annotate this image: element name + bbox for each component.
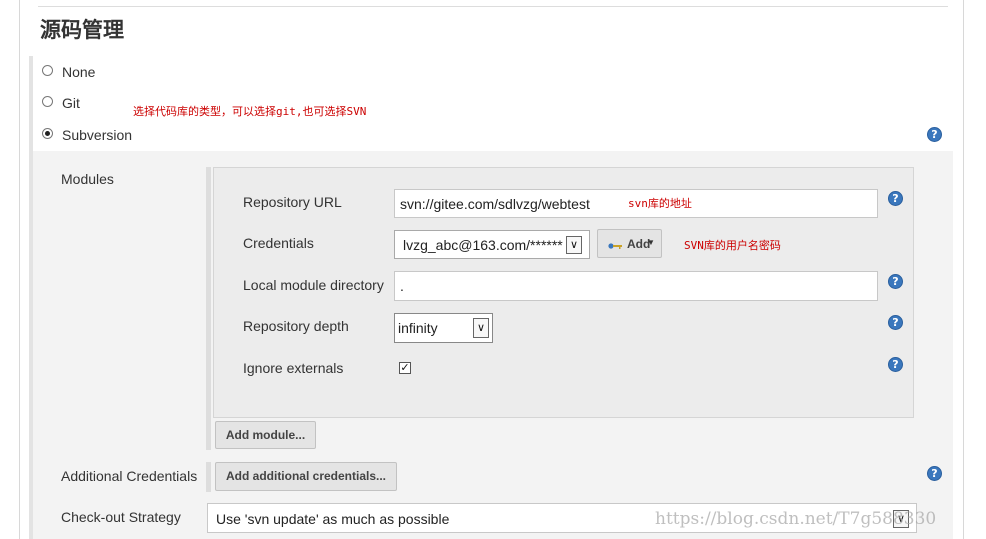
radio-git[interactable] (42, 96, 53, 107)
radio-git-label: Git (62, 95, 80, 111)
help-icon[interactable]: ? (888, 357, 903, 372)
modules-label: Modules (61, 171, 114, 187)
local-module-directory-value: . (400, 278, 404, 294)
key-icon (608, 239, 622, 249)
repository-depth-select[interactable]: infinity ∨ (394, 313, 493, 343)
scm-type-annotation: 选择代码库的类型，可以选择git,也可选择SVN (133, 105, 367, 118)
help-icon[interactable]: ? (888, 274, 903, 289)
credentials-select[interactable]: lvzg_abc@163.com/****** ∨ (394, 230, 590, 259)
radio-subversion[interactable] (42, 128, 53, 139)
radio-subversion-label: Subversion (62, 127, 133, 143)
modules-group-bar (206, 167, 211, 450)
credentials-value: lvzg_abc@163.com/****** (403, 237, 563, 253)
add-credentials-button[interactable]: Add ▼ (597, 229, 662, 258)
additional-credentials-label: Additional Credentials (61, 468, 198, 484)
add-additional-credentials-button[interactable]: Add additional credentials... (215, 462, 397, 491)
additional-credentials-bar (206, 462, 211, 492)
checkout-strategy-value: Use 'svn update' as much as possible (216, 511, 450, 527)
section-divider (38, 6, 948, 7)
help-icon[interactable]: ? (888, 315, 903, 330)
radio-none[interactable] (42, 65, 53, 76)
left-border (19, 0, 20, 539)
chevron-down-icon: ∨ (473, 318, 489, 338)
ignore-externals-checkbox[interactable]: ✓ (399, 362, 411, 374)
repository-url-label: Repository URL (243, 194, 342, 210)
add-module-button[interactable]: Add module... (215, 421, 316, 449)
local-module-directory-input[interactable]: . (394, 271, 878, 301)
caret-down-icon: ▼ (647, 238, 655, 247)
help-icon[interactable]: ? (927, 127, 942, 142)
credentials-annotation: SVN库的用户名密码 (684, 239, 781, 252)
help-icon[interactable]: ? (927, 466, 942, 481)
section-title: 源码管理 (40, 18, 124, 42)
repository-url-annotation: svn库的地址 (628, 197, 692, 210)
credentials-label: Credentials (243, 235, 314, 251)
repository-depth-label: Repository depth (243, 318, 349, 334)
radio-none-label: None (62, 64, 96, 80)
watermark: https://blog.csdn.net/T7g588330 (655, 509, 937, 529)
right-border (963, 0, 964, 539)
chevron-down-icon: ∨ (566, 236, 582, 254)
ignore-externals-label: Ignore externals (243, 360, 344, 376)
repository-url-value: svn://gitee.com/sdlvzg/webtest (400, 196, 590, 212)
repository-depth-value: infinity (398, 320, 438, 336)
help-icon[interactable]: ? (888, 191, 903, 206)
local-module-directory-label: Local module directory (243, 277, 384, 293)
checkout-strategy-label: Check-out Strategy (61, 509, 181, 525)
